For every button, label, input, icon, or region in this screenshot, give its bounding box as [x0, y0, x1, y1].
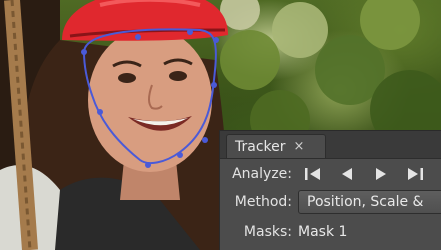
track-one-forward-icon [376, 168, 386, 180]
mask-vertex[interactable] [213, 37, 219, 43]
analyze-row: Analyze: [220, 161, 434, 187]
mask-vertex[interactable] [211, 82, 217, 88]
track-all-backward-button[interactable] [298, 163, 328, 185]
mask-vertex[interactable] [177, 152, 183, 158]
masks-row: Masks: Mask 1 [220, 219, 348, 245]
tab-tracker-label: Tracker [235, 138, 286, 155]
panel-tab-bar: Tracker × [220, 131, 441, 159]
mask-vertex[interactable] [97, 109, 103, 115]
mask-vertex[interactable] [145, 162, 151, 168]
mask-value[interactable]: Mask 1 [298, 224, 347, 240]
left-eye [118, 73, 136, 83]
method-label: Method: [234, 194, 292, 210]
track-one-forward-button[interactable] [366, 163, 396, 185]
method-row: Method: Position, Scale & [220, 189, 441, 215]
mask-vertex[interactable] [202, 137, 208, 143]
foliage [220, 0, 441, 150]
mask-vertex[interactable] [135, 34, 141, 40]
tab-tracker[interactable]: Tracker × [226, 134, 326, 158]
track-all-backward-icon [305, 168, 320, 180]
track-all-forward-icon [408, 168, 423, 180]
method-dropdown[interactable]: Position, Scale & [298, 190, 441, 214]
masks-label: Masks: [243, 224, 292, 240]
mask-vertex[interactable] [81, 49, 87, 55]
analyze-label: Analyze: [232, 166, 292, 182]
mask-vertex[interactable] [187, 29, 193, 35]
close-icon[interactable]: × [294, 139, 305, 154]
track-one-backward-icon [342, 168, 352, 180]
track-one-backward-button[interactable] [332, 163, 362, 185]
track-all-forward-button[interactable] [400, 163, 430, 185]
right-eye [169, 71, 187, 81]
tracker-panel: Tracker × Analyze: Method: Position, Sca… [219, 130, 441, 250]
